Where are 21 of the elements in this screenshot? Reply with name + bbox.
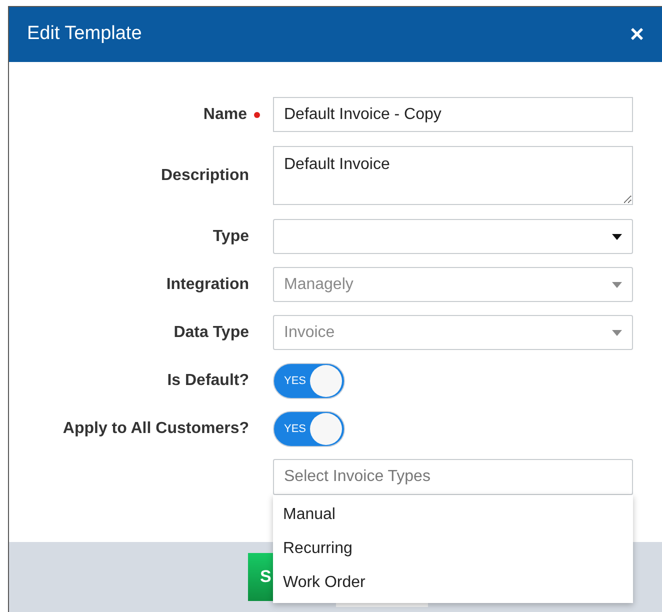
field-label: Description xyxy=(160,166,249,186)
menu-item[interactable]: Manual xyxy=(273,498,633,532)
description-field[interactable]: Default Invoice xyxy=(273,146,633,205)
toggle-switch[interactable]: YES xyxy=(273,363,345,399)
field-label: Is Default? xyxy=(167,371,249,391)
field-label: Apply to All Customers? xyxy=(62,419,249,439)
field-label: Data Type xyxy=(174,322,249,342)
field-label: Name xyxy=(203,104,247,124)
dropdown-field[interactable] xyxy=(273,219,633,254)
menu-item[interactable]: Work Order xyxy=(273,566,633,600)
menu-item[interactable]: Recurring xyxy=(273,532,633,566)
field-label: Integration xyxy=(166,274,249,294)
close-button[interactable]: × xyxy=(630,16,644,52)
name-field[interactable]: Default Invoice - Copy xyxy=(273,97,633,132)
field-label: Type xyxy=(212,226,249,246)
caret-icon xyxy=(612,234,622,240)
caret-icon xyxy=(612,330,622,336)
invoice-types-field[interactable]: Select Invoice Types xyxy=(273,459,633,495)
toggle-switch[interactable]: YES xyxy=(273,411,345,447)
dialog-title: Edit Template xyxy=(27,22,142,46)
caret-icon xyxy=(612,282,622,288)
